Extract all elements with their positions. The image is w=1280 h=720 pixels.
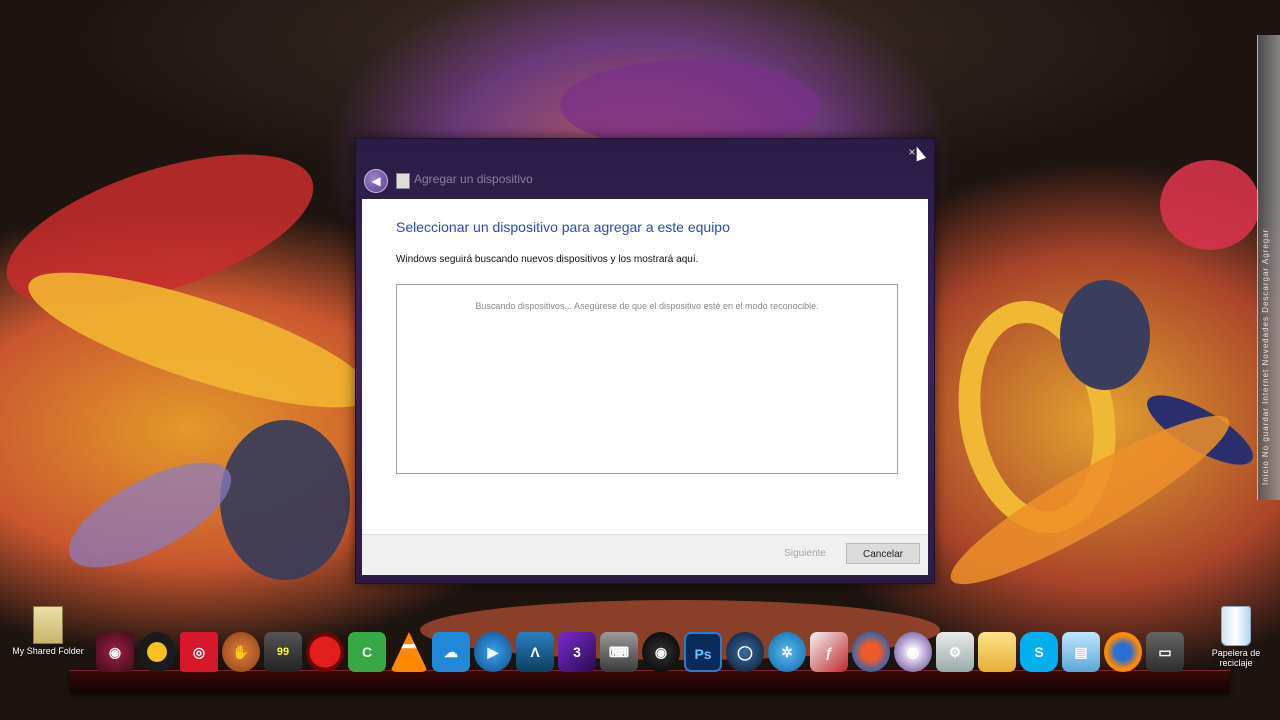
firefox-icon[interactable] [1104, 632, 1142, 672]
window-title: Agregar un dispositivo [414, 172, 533, 186]
device-list[interactable]: Buscando dispositivos... Asegúrese de qu… [396, 284, 898, 474]
files-icon[interactable]: ▤ [1062, 632, 1100, 672]
cancel-button[interactable]: Cancelar [846, 543, 920, 564]
beach-ball-icon[interactable] [852, 632, 890, 672]
searching-status: Buscando dispositivos... Asegúrese de qu… [475, 301, 819, 311]
wallpaper-shape [1060, 280, 1150, 390]
dvd-icon[interactable]: ◎ [894, 632, 932, 672]
recycle-bin-label: Papelera de reciclaje [1211, 648, 1261, 668]
add-device-dialog: ◀ Agregar un dispositivo × Seleccionar u… [355, 138, 935, 584]
dialog-subtext: Windows seguirá buscando nuevos disposit… [396, 254, 699, 265]
skype-icon[interactable]: S [1020, 632, 1058, 672]
glove-app-icon[interactable]: ✋ [222, 632, 260, 672]
target-app-icon[interactable]: ◎ [180, 632, 218, 672]
recycle-bin-desktop-icon[interactable]: Papelera de reciclaje [1196, 606, 1276, 668]
side-gadget-bar[interactable]: Inicio No guardar Internet Novedades Des… [1257, 35, 1280, 500]
dialog-footer: Siguiente Cancelar [362, 534, 928, 575]
dialog-heading: Seleccionar un dispositivo para agregar … [396, 219, 730, 235]
shared-folder-icon [33, 606, 63, 644]
wallpaper-shape [560, 60, 820, 150]
folder-icon[interactable] [978, 632, 1016, 672]
monitor-icon[interactable]: ▭ [1146, 632, 1184, 672]
cloud-app-icon[interactable]: ☁ [432, 632, 470, 672]
eye-app-icon[interactable] [138, 632, 176, 672]
shared-folder-desktop-icon[interactable]: My Shared Folder [6, 606, 90, 656]
system-tools-icon[interactable]: ⚙ [936, 632, 974, 672]
counter-app-icon[interactable]: 99 [264, 632, 302, 672]
device-icon [396, 173, 410, 189]
vlc-icon[interactable] [390, 632, 428, 672]
shared-folder-label: My Shared Folder [12, 646, 84, 656]
photoshop-icon[interactable]: Ps [684, 632, 722, 672]
play-app-icon[interactable]: ▶ [474, 632, 512, 672]
wallpaper-shape [1160, 160, 1260, 250]
media-player-icon[interactable]: ◉ [96, 632, 134, 672]
keyboard-app-icon[interactable]: ⌨ [600, 632, 638, 672]
flash-app-icon[interactable]: ƒ [810, 632, 848, 672]
cinema4d-icon[interactable]: ◯ [726, 632, 764, 672]
wallpaper-shape [220, 420, 350, 580]
game-3-icon[interactable]: 3 [558, 632, 596, 672]
recycle-bin-icon [1221, 606, 1251, 646]
camtasia-icon[interactable]: C [348, 632, 386, 672]
dialog-content: Seleccionar un dispositivo para agregar … [362, 199, 928, 575]
webcam-icon[interactable]: ◉ [642, 632, 680, 672]
application-dock: ◉ ◎ ✋ 99 C ☁ ▶ Λ 3 ⌨ ◉ Ps ◯ ✲ ƒ ◎ ⚙ S ▤ ▭ [96, 632, 1184, 676]
back-button[interactable]: ◀ [364, 169, 388, 193]
next-button[interactable]: Siguiente [768, 543, 842, 564]
side-gadget-text: Inicio No guardar Internet Novedades Des… [1261, 228, 1270, 485]
wallpaper-shape [54, 441, 246, 589]
arch-app-icon[interactable]: Λ [516, 632, 554, 672]
record-button-icon[interactable] [306, 632, 344, 672]
title-bar[interactable]: ◀ Agregar un dispositivo × [356, 139, 934, 197]
reel-app-icon[interactable]: ✲ [768, 632, 806, 672]
